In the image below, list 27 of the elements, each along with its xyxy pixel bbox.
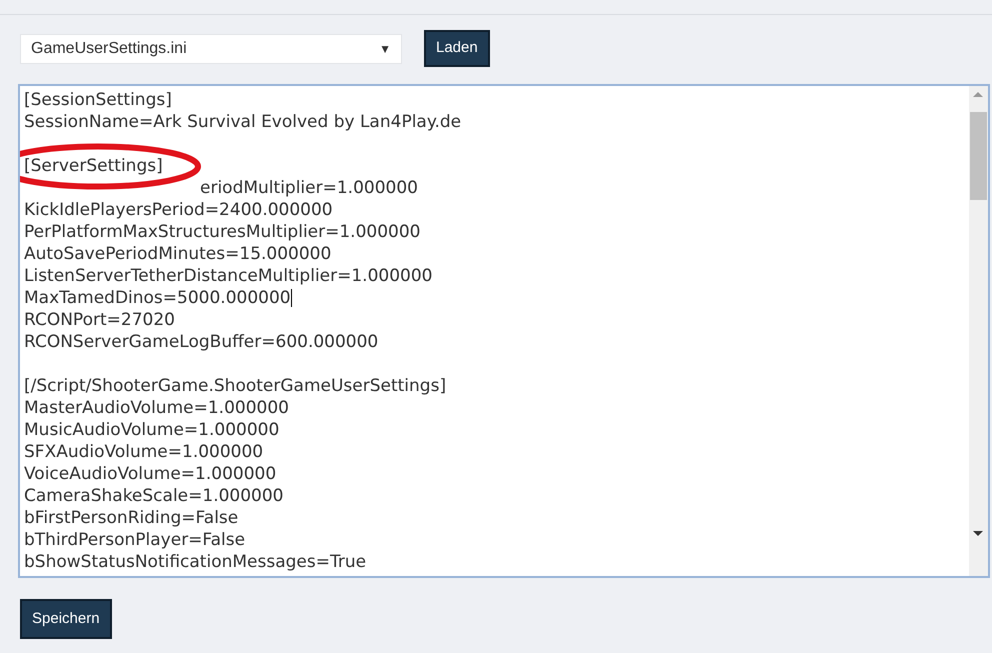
config-line: KickIdlePlayersPeriod=2400.000000: [24, 200, 333, 220]
config-line: RCONPort=27020: [24, 310, 175, 330]
load-button[interactable]: Laden: [424, 30, 490, 67]
file-select[interactable]: GameUserSettings.ini ▼: [20, 34, 402, 64]
config-line: CameraShakeScale=1.000000: [24, 486, 284, 506]
scrollbar[interactable]: [969, 86, 988, 576]
dropdown-arrow: ▼: [379, 40, 391, 58]
config-line: SessionName=Ark Survival Evolved by Lan4Play.de: [24, 112, 462, 132]
file-name: GameUserSettings.ini: [31, 38, 187, 58]
config-line: [ServerSettings]: [24, 156, 163, 176]
config-line: eriodMultiplier=1.000000: [200, 178, 418, 198]
config-line: RCONServerGameLogBuffer=600.000000: [24, 332, 378, 352]
config-line: AutoSavePeriodMinutes=15.000000: [24, 244, 332, 264]
config-line: PerPlatformMaxStructuresMultiplier=1.000000: [24, 222, 420, 242]
config-line: SFXAudioVolume=1.000000: [24, 442, 264, 462]
config-line: [SessionSettings]: [24, 90, 172, 110]
config-line: bFirstPersonRiding=False: [24, 508, 238, 528]
config-line: [/Script/ShooterGame.ShooterGameUserSettings]: [24, 376, 446, 396]
config-line: MasterAudioVolume=1.000000: [24, 398, 289, 418]
text-editor[interactable]: [18, 84, 990, 578]
config-line: bThirdPersonPlayer=False: [24, 530, 246, 550]
config-line: ListenServerTetherDistanceMultiplier=1.000000: [24, 266, 432, 286]
config-line: MusicAudioVolume=1.000000: [24, 420, 280, 440]
config-line: VoiceAudioVolume=1.000000: [24, 464, 276, 484]
save-button[interactable]: Speichern: [20, 599, 112, 639]
config-line: MaxTamedDinos=5000.000000: [24, 288, 291, 308]
config-line: bShowStatusNotificationMessages=True: [24, 552, 366, 572]
